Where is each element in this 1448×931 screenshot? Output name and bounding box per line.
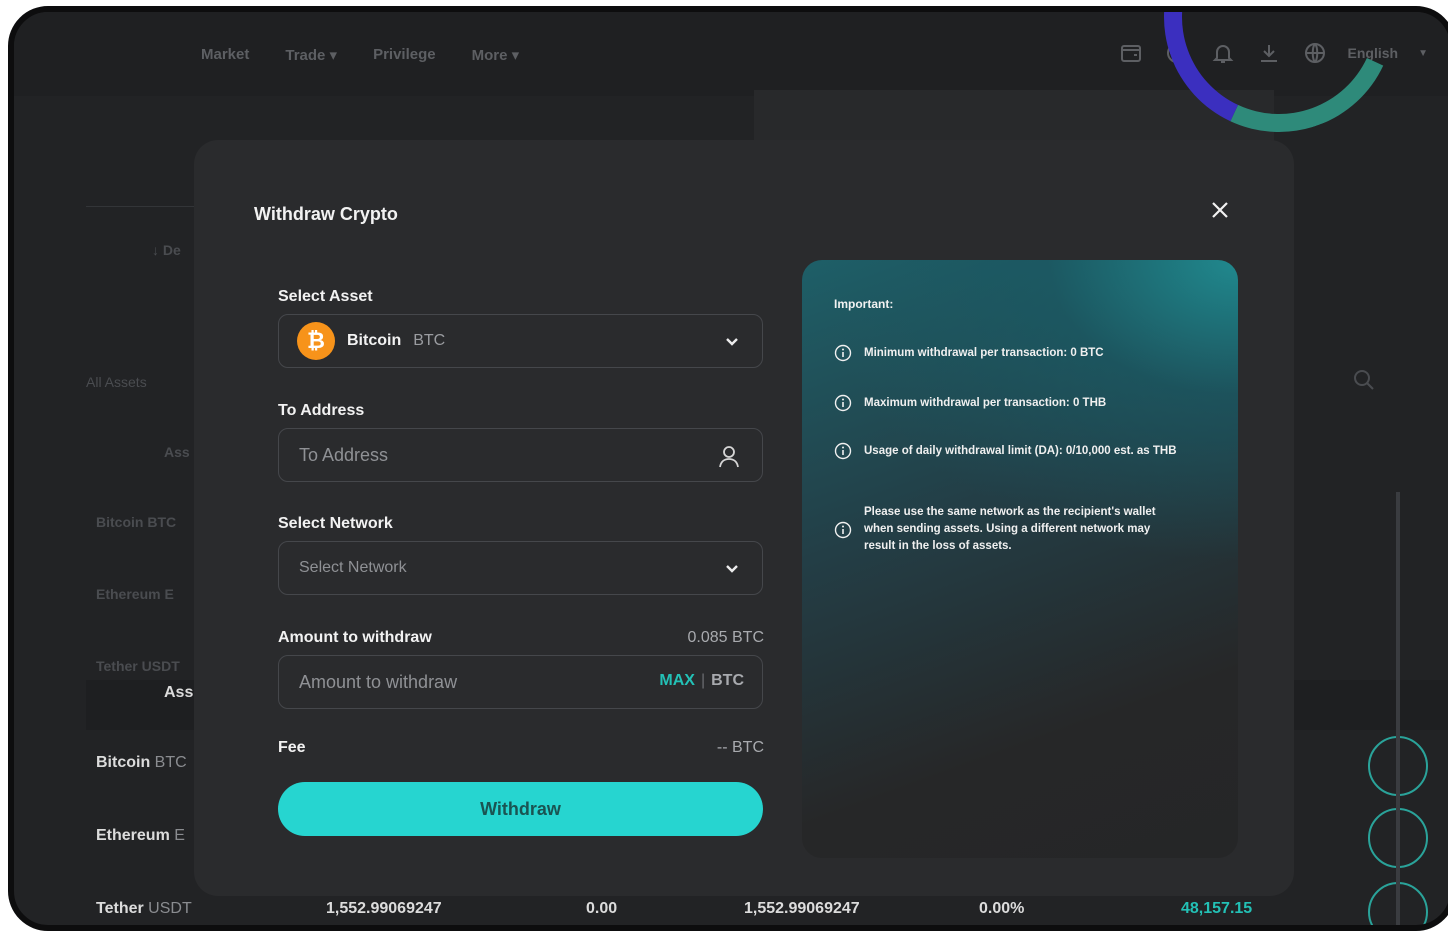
deposit-hint: ↓ De <box>152 242 181 258</box>
to-address-label: To Address <box>278 402 365 419</box>
amount-unit: BTC <box>711 672 744 689</box>
table-row-tether[interactable]: Tether USDT <box>96 900 192 918</box>
important-info-card: Important: Minimum withdrawal per transa… <box>802 260 1238 858</box>
bg-row-tether: Tether USDT <box>96 658 180 674</box>
table-row-bitcoin[interactable]: Bitcoin BTC <box>96 754 187 772</box>
network-placeholder: Select Network <box>299 559 407 576</box>
fee-label: Fee <box>278 739 306 756</box>
max-unit-group: MAX | BTC <box>659 672 744 690</box>
to-address-placeholder: To Address <box>299 444 389 465</box>
user-icon[interactable] <box>716 443 742 469</box>
bg-row-ethereum: Ethereum E <box>96 586 174 602</box>
tether-in-order: 0.00 <box>586 900 618 917</box>
all-assets-label: All Assets <box>86 374 147 390</box>
withdraw-button[interactable]: Withdraw <box>278 782 763 836</box>
asset-column-short: Ass <box>164 444 190 460</box>
asset-symbol: BTC <box>154 754 187 771</box>
tether-value: 48,157.15 <box>1181 900 1253 917</box>
asset-symbol: BTC <box>413 332 446 349</box>
chevron-down-icon <box>722 559 742 579</box>
table-row-ethereum[interactable]: Ethereum E <box>96 827 185 845</box>
asset-select[interactable]: ₿ Bitcoin BTC <box>278 314 763 368</box>
table-header-asset: Ass <box>164 684 194 701</box>
asset-name: Tether <box>96 900 144 917</box>
max-button[interactable]: MAX <box>659 672 695 690</box>
asset-name: Bitcoin <box>96 754 151 771</box>
nav-links: Market Trade ▾ Privilege More ▾ <box>201 46 519 64</box>
bg-row-bitcoin: Bitcoin BTC <box>96 514 177 530</box>
nav-trade[interactable]: Trade ▾ <box>285 46 337 64</box>
to-address-input[interactable]: To Address <box>278 428 763 482</box>
app-frame: Market Trade ▾ Privilege More ▾ English … <box>8 6 1448 931</box>
bitcoin-icon: ₿ <box>297 322 335 360</box>
info-icon <box>834 442 852 460</box>
divider <box>86 206 206 207</box>
info-text: Usage of daily withdrawal limit (DA): 0/… <box>864 444 1177 457</box>
available-balance: 0.085 BTC <box>687 629 764 646</box>
nav-privilege[interactable]: Privilege <box>373 46 436 64</box>
tether-available: 1,552.99069247 <box>744 900 860 917</box>
close-icon <box>1212 202 1228 218</box>
info-text: Please use the same network as the recip… <box>864 506 1156 552</box>
info-icon <box>834 521 852 539</box>
close-button[interactable] <box>1204 194 1236 226</box>
info-icon <box>834 344 852 362</box>
asset-name: Ethereum <box>96 827 170 844</box>
withdraw-crypto-modal: Withdraw Crypto Select Asset ₿ Bitcoin B… <box>194 140 1294 896</box>
info-item-max-withdrawal: Maximum withdrawal per transaction: 0 TH… <box>834 394 1204 412</box>
info-item-network-warning: Please use the same network as the recip… <box>834 504 1204 555</box>
amount-placeholder: Amount to withdraw <box>299 671 458 692</box>
chevron-down-icon[interactable]: ▼ <box>1418 48 1428 59</box>
nav-more[interactable]: More ▾ <box>472 46 520 64</box>
tether-change: 0.00% <box>979 900 1025 917</box>
info-text: Maximum withdrawal per transaction: 0 TH… <box>864 396 1107 409</box>
info-icon <box>834 394 852 412</box>
nav-market[interactable]: Market <box>201 46 249 64</box>
info-item-min-withdrawal: Minimum withdrawal per transaction: 0 BT… <box>834 344 1204 362</box>
select-network-label: Select Network <box>278 515 393 532</box>
tether-total: 1,552.99069247 <box>326 900 442 917</box>
info-title: Important: <box>834 297 894 311</box>
asset-symbol: E <box>174 827 185 844</box>
amount-input[interactable]: Amount to withdraw MAX | BTC <box>278 655 763 709</box>
asset-name: Bitcoin <box>347 332 402 349</box>
select-asset-label: Select Asset <box>278 288 373 305</box>
amount-label: Amount to withdraw <box>278 629 432 646</box>
wallet-icon[interactable] <box>1118 40 1144 66</box>
scrollbar[interactable] <box>1396 492 1400 925</box>
network-select[interactable]: Select Network <box>278 541 763 595</box>
modal-title: Withdraw Crypto <box>254 204 398 224</box>
fee-value: -- BTC <box>716 739 764 756</box>
info-item-daily-limit: Usage of daily withdrawal limit (DA): 0/… <box>834 442 1204 460</box>
asset-symbol: USDT <box>148 900 192 917</box>
info-text: Minimum withdrawal per transaction: 0 BT… <box>864 346 1104 359</box>
chevron-down-icon <box>722 332 742 352</box>
separator: | <box>700 672 706 689</box>
search-icon[interactable] <box>1352 368 1376 392</box>
